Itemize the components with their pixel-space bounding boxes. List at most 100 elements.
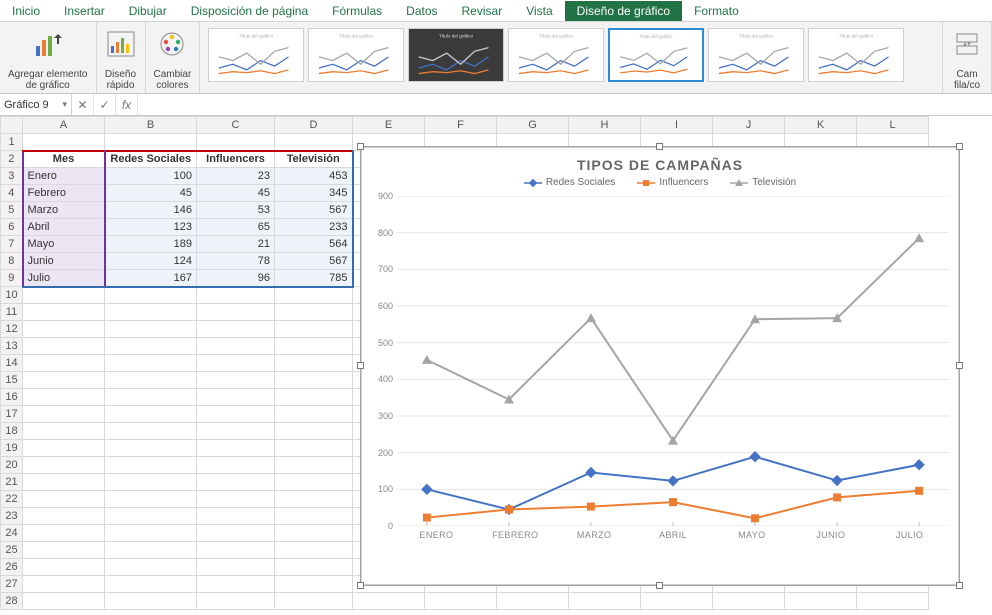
col-header[interactable]: H — [569, 117, 641, 134]
row-header[interactable]: 15 — [1, 372, 23, 389]
cell[interactable] — [275, 491, 353, 508]
cell[interactable]: 453 — [275, 168, 353, 185]
cell[interactable]: 96 — [197, 270, 275, 287]
menu-tab-revisar[interactable]: Revisar — [450, 1, 515, 21]
cell[interactable] — [275, 321, 353, 338]
cell[interactable] — [197, 440, 275, 457]
cell[interactable] — [105, 440, 197, 457]
chart-style-thumb[interactable]: Título del gráfico — [208, 28, 304, 82]
cell[interactable] — [275, 508, 353, 525]
name-box[interactable]: Gráfico 9 ▾ — [0, 94, 72, 115]
cell[interactable] — [353, 593, 425, 610]
legend-item[interactable]: Televisión — [730, 177, 796, 188]
row-header[interactable]: 2 — [1, 151, 23, 168]
chart-style-thumb[interactable]: Título del gráfico — [808, 28, 904, 82]
cell[interactable]: 124 — [105, 253, 197, 270]
col-header[interactable]: F — [425, 117, 497, 134]
cell[interactable] — [23, 457, 105, 474]
menu-tab-f-rmulas[interactable]: Fórmulas — [320, 1, 394, 21]
chart-title[interactable]: TIPOS DE CAMPAÑAS — [361, 147, 959, 175]
cell[interactable] — [197, 423, 275, 440]
row-header[interactable]: 17 — [1, 406, 23, 423]
cell[interactable]: Mes — [23, 151, 105, 168]
cell[interactable] — [197, 491, 275, 508]
cell[interactable] — [105, 593, 197, 610]
cell[interactable] — [275, 542, 353, 559]
row-header[interactable]: 10 — [1, 287, 23, 304]
cell[interactable]: Abril — [23, 219, 105, 236]
cell[interactable] — [275, 474, 353, 491]
ribbon-group-change-colors[interactable]: Cambiarcolores — [146, 22, 201, 93]
cell[interactable] — [105, 423, 197, 440]
row-header[interactable]: 24 — [1, 525, 23, 542]
cell[interactable]: Febrero — [23, 185, 105, 202]
cell[interactable]: 65 — [197, 219, 275, 236]
row-header[interactable]: 23 — [1, 508, 23, 525]
cell[interactable]: Enero — [23, 168, 105, 185]
fx-button[interactable]: fx — [116, 94, 138, 115]
cell[interactable] — [197, 406, 275, 423]
row-header[interactable]: 4 — [1, 185, 23, 202]
cell[interactable] — [23, 389, 105, 406]
cell[interactable] — [275, 304, 353, 321]
cell[interactable] — [23, 287, 105, 304]
cell[interactable] — [275, 406, 353, 423]
cell[interactable] — [425, 593, 497, 610]
cell[interactable]: Redes Sociales — [105, 151, 197, 168]
resize-handle[interactable] — [956, 143, 963, 150]
cell[interactable]: 53 — [197, 202, 275, 219]
cell[interactable]: 78 — [197, 253, 275, 270]
cell[interactable] — [497, 593, 569, 610]
cell[interactable] — [105, 372, 197, 389]
cell[interactable]: 564 — [275, 236, 353, 253]
cell[interactable] — [197, 338, 275, 355]
worksheet-area[interactable]: ABCDEFGHIJKL12MesRedes SocialesInfluence… — [0, 116, 992, 615]
resize-handle[interactable] — [956, 582, 963, 589]
chart-style-thumb[interactable]: Título del gráfico — [408, 28, 504, 82]
cell[interactable] — [23, 576, 105, 593]
row-header[interactable]: 5 — [1, 202, 23, 219]
menu-tab-formato[interactable]: Formato — [682, 1, 751, 21]
cell[interactable] — [275, 576, 353, 593]
cell[interactable]: Julio — [23, 270, 105, 287]
legend-item[interactable]: Redes Sociales — [524, 177, 615, 188]
cell[interactable] — [105, 508, 197, 525]
chart-object[interactable]: TIPOS DE CAMPAÑAS Redes SocialesInfluenc… — [360, 146, 960, 586]
row-header[interactable]: 16 — [1, 389, 23, 406]
cancel-formula-button[interactable]: ✕ — [72, 94, 94, 115]
cell[interactable] — [23, 423, 105, 440]
col-header[interactable]: K — [785, 117, 857, 134]
cell[interactable] — [23, 474, 105, 491]
cell[interactable] — [23, 559, 105, 576]
cell[interactable] — [275, 287, 353, 304]
cell[interactable] — [23, 372, 105, 389]
row-header[interactable]: 26 — [1, 559, 23, 576]
cell[interactable]: Junio — [23, 253, 105, 270]
cell[interactable]: 345 — [275, 185, 353, 202]
cell[interactable] — [23, 406, 105, 423]
cell[interactable]: 146 — [105, 202, 197, 219]
cell[interactable] — [275, 423, 353, 440]
cell[interactable] — [23, 321, 105, 338]
cell[interactable]: 45 — [197, 185, 275, 202]
menu-tab-dibujar[interactable]: Dibujar — [117, 1, 179, 21]
cell[interactable] — [197, 559, 275, 576]
cell[interactable]: 567 — [275, 253, 353, 270]
row-header[interactable]: 1 — [1, 134, 23, 151]
row-header[interactable]: 28 — [1, 593, 23, 610]
cell[interactable]: 189 — [105, 236, 197, 253]
col-header[interactable]: C — [197, 117, 275, 134]
col-header[interactable]: L — [857, 117, 929, 134]
cell[interactable] — [197, 134, 275, 151]
cell[interactable]: 123 — [105, 219, 197, 236]
col-header[interactable]: A — [23, 117, 105, 134]
row-header[interactable]: 20 — [1, 457, 23, 474]
cell[interactable] — [197, 593, 275, 610]
cell[interactable] — [105, 321, 197, 338]
cell[interactable] — [785, 593, 857, 610]
menu-tab-datos[interactable]: Datos — [394, 1, 449, 21]
cell[interactable] — [105, 338, 197, 355]
cell[interactable] — [197, 508, 275, 525]
cell[interactable] — [23, 304, 105, 321]
menu-tab-insertar[interactable]: Insertar — [52, 1, 117, 21]
